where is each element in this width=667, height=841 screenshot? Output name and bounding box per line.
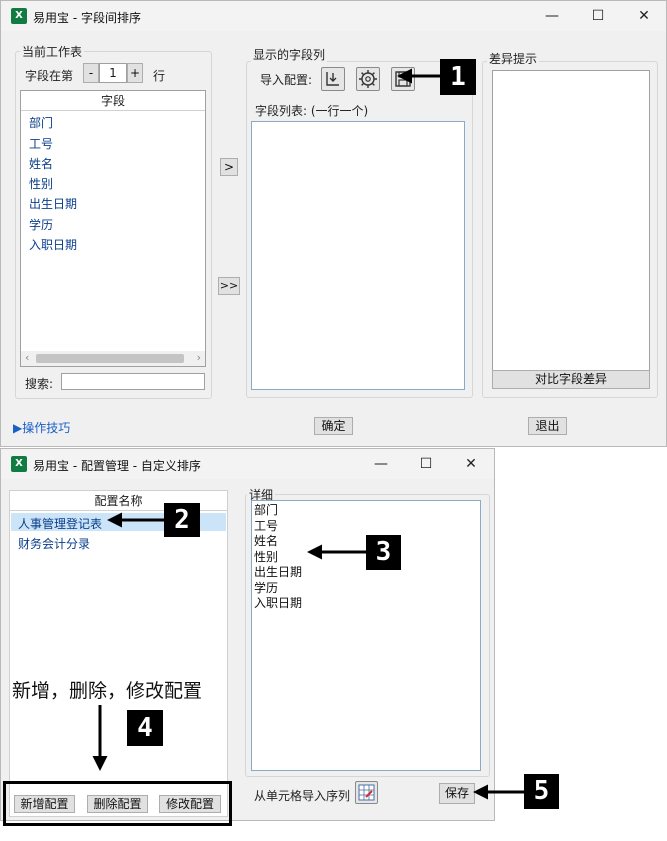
move-selected-button[interactable]: > — [220, 158, 238, 176]
search-label: 搜索: — [25, 377, 54, 391]
annotation-badge-3: 3 — [366, 535, 401, 570]
detail-line: 工号 — [254, 518, 279, 533]
save-button[interactable]: 保存 — [439, 783, 475, 804]
field-list-textarea[interactable] — [251, 121, 465, 390]
diff-output — [492, 70, 650, 372]
scroll-left-icon[interactable]: ‹ — [25, 351, 29, 364]
field-list[interactable]: 字段 部门 工号 姓名 性别 出生日期 学历 入职日期 ‹ › — [20, 90, 206, 367]
config-manager-window: X 易用宝 - 配置管理 - 自定义排序 — ☐ ✕ 配置名称 人事管理登记表 … — [0, 448, 495, 821]
sort-fields-window: X 易用宝 - 字段间排序 — ☐ ✕ 当前工作表 字段在第 - 1 + 行 字… — [0, 0, 667, 447]
window-title: 易用宝 - 配置管理 - 自定义排序 — [33, 459, 201, 473]
tips-link[interactable]: ▶操作技巧 — [13, 419, 70, 436]
maximize-button[interactable]: ☐ — [575, 1, 621, 31]
field-item[interactable]: 出生日期 — [29, 195, 77, 212]
window-title: 易用宝 - 字段间排序 — [33, 11, 141, 25]
close-button[interactable]: ✕ — [448, 449, 494, 479]
import-config-button[interactable] — [321, 67, 345, 91]
manage-config-button[interactable] — [356, 67, 380, 91]
field-item[interactable]: 工号 — [29, 135, 53, 152]
row-suffix-label: 行 — [153, 69, 166, 83]
field-column-header[interactable]: 字段 — [21, 91, 205, 111]
detail-line: 学历 — [254, 580, 279, 595]
move-all-button[interactable]: >> — [218, 277, 240, 295]
scroll-thumb[interactable] — [36, 354, 184, 363]
field-list-label: 字段列表: (一行一个) — [255, 104, 369, 118]
title-bar: X 易用宝 - 字段间排序 — ☐ ✕ — [1, 1, 666, 31]
annotation-badge-1: 1 — [440, 59, 476, 95]
import-icon — [326, 72, 339, 86]
exit-button[interactable]: 退出 — [528, 417, 567, 435]
excel-icon: X — [11, 456, 27, 472]
minimize-button[interactable]: — — [529, 1, 575, 31]
field-item[interactable]: 姓名 — [29, 155, 53, 172]
annotation-badge-5: 5 — [524, 774, 559, 809]
excel-icon: X — [11, 8, 27, 24]
annotation-note: 新增，删除，修改配置 — [12, 680, 203, 702]
field-item[interactable]: 入职日期 — [29, 236, 77, 253]
detail-line: 入职日期 — [254, 596, 303, 610]
field-item[interactable]: 性别 — [29, 175, 53, 192]
maximize-button[interactable]: ☐ — [403, 449, 449, 479]
display-fields-label: 显示的字段列 — [251, 46, 328, 63]
ok-button[interactable]: 确定 — [314, 417, 353, 435]
row-decrement-button[interactable]: - — [83, 63, 99, 83]
floppy-icon — [395, 71, 411, 87]
compare-fields-button[interactable]: 对比字段差异 — [492, 370, 650, 389]
config-list[interactable]: 配置名称 人事管理登记表 财务会计分录 — [9, 490, 228, 817]
title-bar: X 易用宝 - 配置管理 - 自定义排序 — ☐ ✕ — [1, 449, 494, 479]
close-button[interactable]: ✕ — [621, 1, 667, 31]
current-sheet-label: 当前工作表 — [20, 43, 85, 60]
annotation-badge-2: 2 — [164, 503, 200, 537]
search-input[interactable] — [61, 373, 205, 390]
table-import-icon — [358, 784, 375, 801]
save-config-button[interactable] — [391, 67, 415, 91]
row-increment-button[interactable]: + — [127, 63, 143, 83]
diff-label: 差异提示 — [487, 50, 540, 67]
field-item[interactable]: 部门 — [29, 114, 53, 131]
gear-icon — [359, 70, 377, 88]
import-from-cell-label: 从单元格导入序列 — [254, 789, 351, 803]
import-config-label: 导入配置: — [260, 73, 313, 87]
import-from-cell-button[interactable] — [355, 781, 378, 804]
minimize-button[interactable]: — — [358, 449, 404, 479]
config-item[interactable]: 财务会计分录 — [18, 535, 90, 552]
row-number-input[interactable]: 1 — [99, 63, 127, 83]
row-prefix-label: 字段在第 — [25, 69, 74, 83]
field-item[interactable]: 学历 — [29, 216, 53, 233]
scroll-right-icon[interactable]: › — [197, 351, 201, 364]
annotation-badge-4: 4 — [127, 710, 163, 746]
annotation-box-buttons — [3, 781, 232, 826]
horizontal-scrollbar[interactable]: ‹ › — [21, 351, 205, 366]
detail-line: 部门 — [254, 503, 279, 517]
config-item[interactable]: 人事管理登记表 — [18, 515, 102, 532]
